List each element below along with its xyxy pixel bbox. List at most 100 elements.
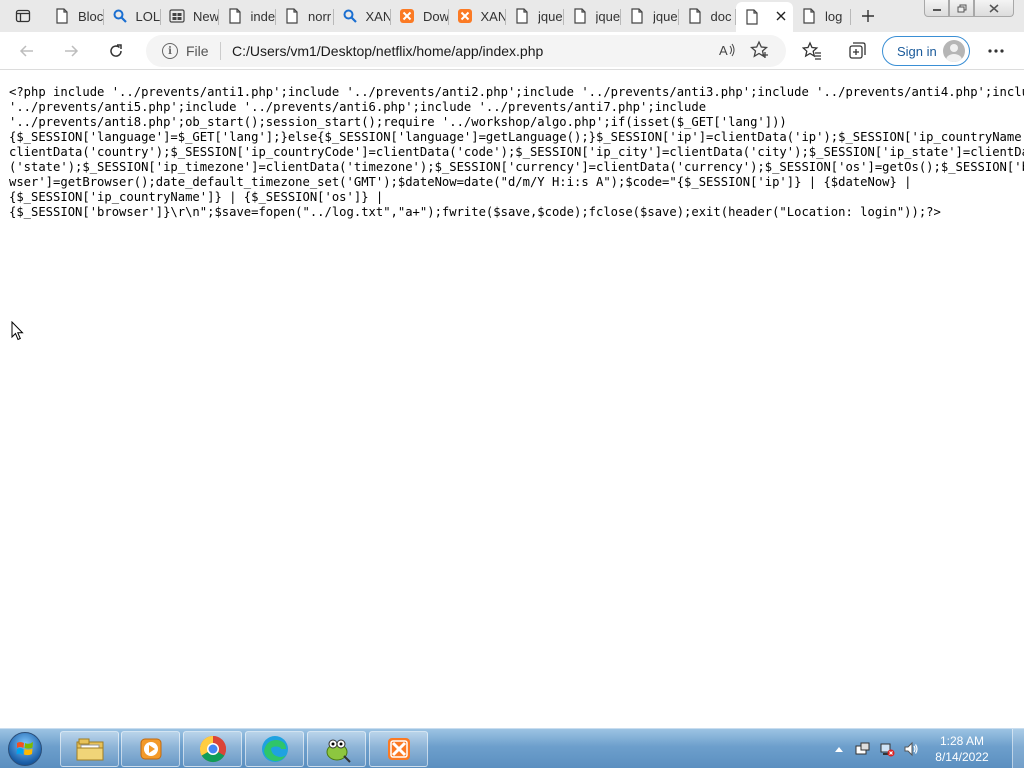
address-bar[interactable]: i File C:/Users/vm1/Desktop/netflix/home…	[146, 35, 786, 67]
volume-icon[interactable]	[902, 740, 920, 758]
code-line: clientData('country');$_SESSION['ip_coun…	[9, 145, 1024, 159]
tab-4[interactable]: norr	[276, 2, 334, 30]
taskbar-file-explorer[interactable]	[60, 731, 119, 767]
refresh-icon	[110, 44, 122, 57]
tab-title: New	[193, 8, 219, 24]
restore-button[interactable]	[949, 0, 974, 17]
code-line: '../prevents/anti5.php';include '../prev…	[9, 100, 707, 114]
more-options-icon	[988, 49, 1004, 53]
plus-icon	[861, 10, 874, 22]
tab-title: jque	[653, 8, 678, 24]
page-icon	[514, 8, 530, 24]
code-line: ('state');$_SESSION['ip_timezone']=clien…	[9, 160, 1024, 174]
taskbar-xampp[interactable]	[369, 731, 428, 767]
avatar-icon	[943, 40, 965, 62]
info-icon[interactable]: i	[162, 43, 178, 59]
code-line: '../prevents/anti8.php';ob_start();sessi…	[9, 115, 787, 129]
new-tab-button[interactable]	[851, 2, 885, 30]
tab-11[interactable]: doc	[679, 2, 737, 30]
code-line: {$_SESSION['browser']}\r\n";$save=fopen(…	[9, 205, 941, 219]
tab-title: norr	[308, 8, 332, 24]
minimize-button[interactable]	[924, 0, 949, 17]
tab-active[interactable]	[736, 2, 793, 32]
tab-1[interactable]: LOL	[104, 2, 162, 30]
code-line: {$_SESSION['ip_countryName']} | {$_SESSI…	[9, 190, 384, 204]
tab-title: Bloc	[78, 8, 104, 24]
forward-arrow-icon	[65, 45, 79, 57]
address-separator	[220, 42, 221, 60]
settings-more-button[interactable]	[983, 39, 1009, 63]
add-favorite-icon[interactable]	[749, 40, 770, 65]
tab-list: Bloc LOL New inde norr XAN Dow XAN jque jque jque d…	[46, 2, 885, 32]
tab-7[interactable]: XAN	[449, 2, 507, 30]
tab-title: XAN	[480, 8, 507, 24]
restore-icon	[957, 4, 966, 12]
tab-0[interactable]: Bloc	[46, 2, 104, 30]
close-tab-icon[interactable]	[775, 9, 787, 27]
edge-icon	[261, 736, 288, 762]
new-tab-icon	[169, 8, 185, 24]
tab-title: doc	[710, 8, 732, 24]
forward-button[interactable]	[56, 37, 86, 65]
mouse-cursor-icon	[11, 321, 24, 341]
start-button[interactable]	[4, 731, 46, 767]
taskbar-notepad-plus-plus[interactable]	[307, 731, 366, 767]
tab-title: inde	[250, 8, 276, 24]
tab-title: XAN	[365, 8, 392, 24]
tab-title: Dow	[423, 8, 449, 24]
favorites-icon	[802, 41, 821, 60]
show-hidden-icons-icon[interactable]	[830, 740, 848, 758]
system-tray: 1:28 AM 8/14/2022	[830, 729, 1024, 768]
network-icon[interactable]	[878, 740, 896, 758]
show-desktop-button[interactable]	[1012, 729, 1024, 768]
tab-13[interactable]: log	[793, 2, 851, 30]
url-scheme-label: File	[186, 43, 209, 59]
svg-text:A: A	[719, 43, 728, 58]
page-icon	[227, 8, 243, 24]
tab-8[interactable]: jque	[506, 2, 564, 30]
close-icon	[989, 3, 999, 13]
tab-title: jque	[538, 8, 563, 24]
php-source-text: <?php include '../prevents/anti1.php';in…	[9, 85, 1024, 220]
tab-title: log	[825, 8, 843, 24]
read-aloud-icon[interactable]: A	[718, 41, 736, 63]
page-icon	[629, 8, 645, 24]
tab-9[interactable]: jque	[564, 2, 622, 30]
code-line: wser']=getBrowser();date_default_timezon…	[9, 175, 912, 189]
taskbar-chrome[interactable]	[183, 731, 242, 767]
page-content: <?php include '../prevents/anti1.php';in…	[0, 71, 1024, 728]
clock-time: 1:28 AM	[939, 734, 985, 748]
collections-icon	[849, 42, 866, 59]
tab-6[interactable]: Dow	[391, 2, 449, 30]
back-arrow-icon	[19, 45, 33, 57]
page-icon	[687, 8, 703, 24]
taskbar: 1:28 AM 8/14/2022	[0, 728, 1024, 768]
page-icon	[284, 8, 300, 24]
tab-10[interactable]: jque	[621, 2, 679, 30]
system-clock[interactable]: 1:28 AM 8/14/2022	[926, 733, 998, 765]
url-text[interactable]: C:/Users/vm1/Desktop/netflix/home/app/in…	[232, 43, 543, 59]
media-player-icon	[140, 738, 161, 760]
windows-logo-icon	[8, 732, 42, 766]
tab-actions-button[interactable]	[0, 0, 46, 32]
refresh-button[interactable]	[101, 37, 131, 65]
search-icon	[342, 8, 358, 24]
back-button[interactable]	[12, 37, 42, 65]
sign-in-button[interactable]: Sign in	[882, 36, 970, 66]
tab-2[interactable]: New	[161, 2, 219, 30]
clock-date: 8/14/2022	[935, 750, 989, 764]
page-icon	[744, 9, 760, 25]
action-center-icon[interactable]	[854, 740, 872, 758]
code-line: <?php include '../prevents/anti1.php';in…	[9, 85, 1024, 99]
taskbar-media-player[interactable]	[121, 731, 180, 767]
page-icon	[801, 8, 817, 24]
xampp-icon	[399, 8, 415, 24]
tab-3[interactable]: inde	[219, 2, 277, 30]
favorites-button[interactable]	[799, 39, 825, 63]
collections-button[interactable]	[843, 39, 869, 63]
taskbar-edge[interactable]	[245, 731, 304, 767]
close-window-button[interactable]	[974, 0, 1014, 17]
tab-title: LOL	[135, 8, 161, 24]
tab-5[interactable]: XAN	[334, 2, 392, 30]
page-icon	[54, 8, 70, 24]
